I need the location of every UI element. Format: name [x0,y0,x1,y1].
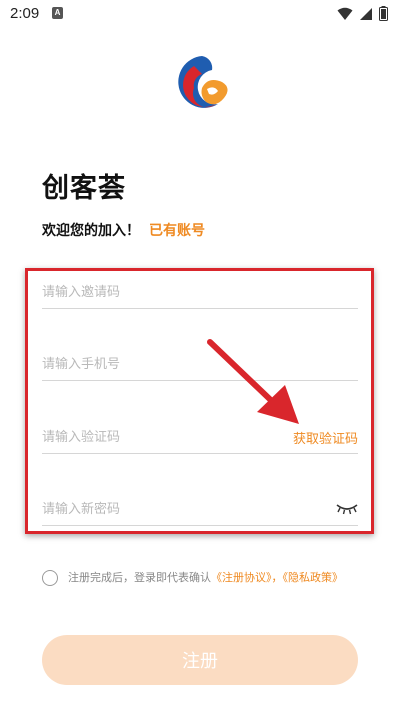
agreement-separator: ， [271,571,283,584]
eye-closed-icon[interactable] [336,503,358,515]
agreement-prefix: 注册完成后，登录即代表确认 [68,571,211,584]
phone-field [42,350,358,381]
agreement-text: 注册完成后，登录即代表确认《注册协议》，《隐私政策》 [68,569,368,587]
system-icons [337,6,388,21]
agreement-radio[interactable] [42,570,58,586]
wifi-icon [337,7,353,20]
app-logo-icon [178,56,228,108]
battery-icon [379,6,388,21]
status-bar: 2:09 A [0,0,400,28]
verify-code-field: 获取验证码 [42,423,358,454]
get-code-button[interactable]: 获取验证码 [293,428,358,447]
notification-icon: A [52,7,63,19]
privacy-link[interactable]: 《隐私政策》 [283,571,344,584]
app-title: 创客荟 [42,173,126,204]
register-button[interactable]: 注册 [42,635,358,685]
annotation-arrow [207,339,299,424]
invite-code-input[interactable] [42,278,272,306]
has-account-link[interactable]: 已有账号 [149,220,205,240]
signal-icon [360,7,372,20]
welcome-text: 欢迎您的加入！ [42,223,140,239]
terms-link[interactable]: 《注册协议》 [211,571,272,584]
new-password-input[interactable] [42,495,272,523]
invite-code-field [42,278,358,309]
status-time: 2:09 [10,5,40,22]
new-password-field [42,495,358,526]
